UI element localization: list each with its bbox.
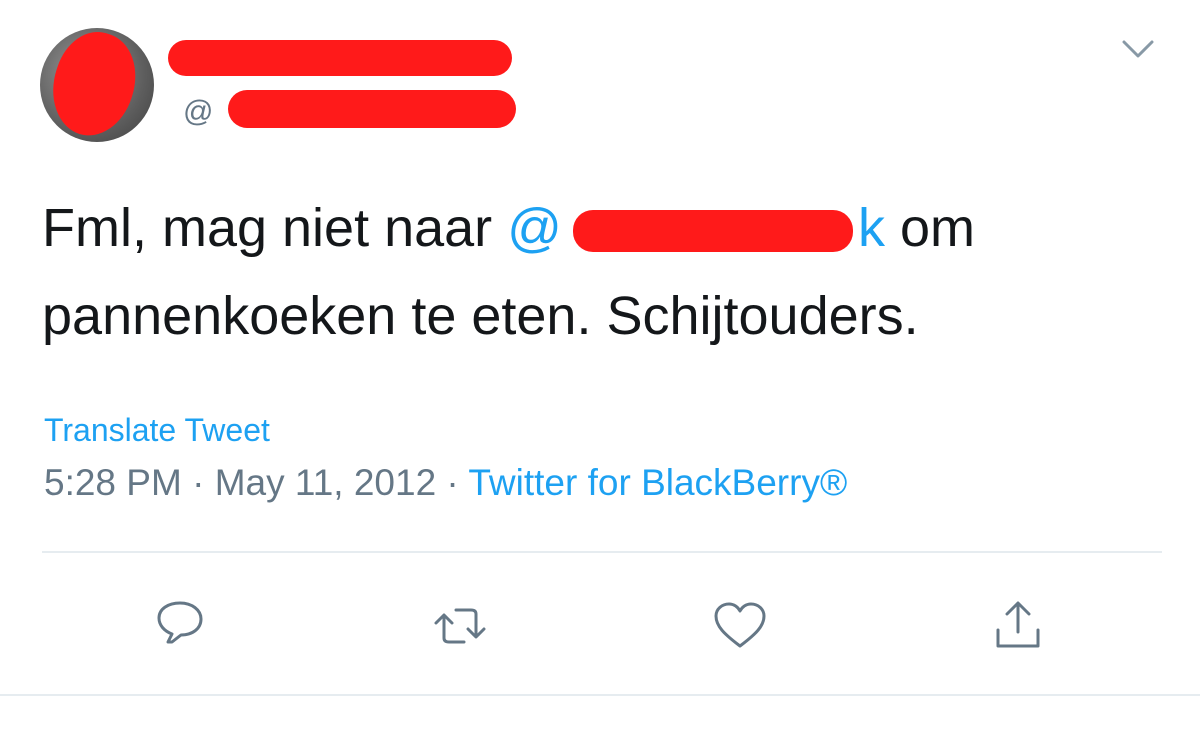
tweet-text-before-mention: Fml, mag niet naar (42, 198, 508, 258)
mention-link[interactable]: @ k (507, 198, 885, 258)
tweet-time[interactable]: 5:28 PM (44, 462, 182, 503)
tweet-card: @ Fml, mag niet naar @ k om pannenkoeken … (0, 0, 1200, 732)
handle-redaction (228, 90, 516, 128)
tweet-source-link[interactable]: Twitter for BlackBerry® (468, 462, 847, 503)
retweet-icon (434, 608, 486, 644)
retweet-button[interactable] (430, 596, 490, 656)
reply-icon (157, 601, 203, 644)
display-name-redaction[interactable] (168, 40, 512, 76)
share-icon (996, 601, 1040, 648)
tweet-date[interactable]: May 11, 2012 (215, 462, 436, 503)
reply-button[interactable] (150, 596, 210, 656)
tweet-text-line-1: Fml, mag niet naar @ k om (42, 184, 1162, 272)
tweet-text-after-mention: om (885, 198, 976, 258)
mention-suffix: k (858, 198, 885, 258)
user-handle[interactable]: @ (183, 94, 213, 130)
divider (0, 694, 1200, 696)
avatar[interactable] (40, 28, 154, 142)
mention-redaction (573, 210, 854, 252)
translate-tweet-link[interactable]: Translate Tweet (44, 410, 270, 450)
meta-separator: · (436, 462, 469, 503)
divider (42, 551, 1162, 553)
chevron-down-icon[interactable] (1118, 34, 1158, 64)
avatar-redaction (40, 28, 149, 142)
like-button[interactable] (710, 596, 770, 656)
heart-icon (714, 602, 766, 648)
meta-separator: · (181, 462, 215, 503)
tweet-meta: 5:28 PM · May 11, 2012 · Twitter for Bla… (44, 460, 847, 506)
tweet-text-line-2: pannenkoeken te eten. Schijtouders. (42, 286, 919, 346)
share-button[interactable] (988, 596, 1048, 656)
mention-prefix: @ (507, 198, 562, 258)
handle-prefix: @ (183, 95, 214, 128)
tweet-text: Fml, mag niet naar @ k om pannenkoeken te… (42, 184, 1162, 360)
